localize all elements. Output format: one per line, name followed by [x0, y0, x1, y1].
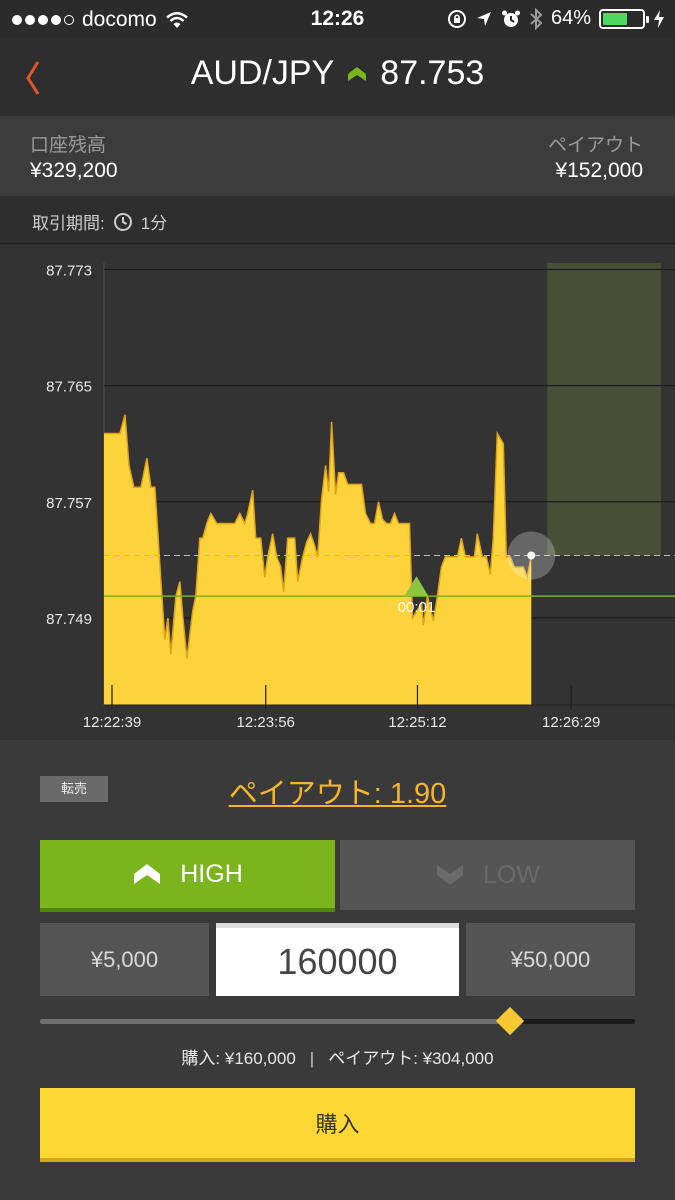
- buy-button[interactable]: 購入: [40, 1088, 635, 1162]
- period-label: 取引期間:: [32, 214, 105, 233]
- trend-up-icon: [348, 66, 367, 81]
- x-tick-label: 12:22:39: [83, 714, 141, 731]
- amount-slider[interactable]: [40, 1006, 635, 1036]
- amount-preset-5000-button[interactable]: ¥5,000: [40, 923, 209, 996]
- slider-fill: [40, 1019, 511, 1024]
- payout-rate-link[interactable]: ペイアウト: 1.90: [229, 778, 447, 810]
- entry-marker-label: 00:01: [398, 599, 436, 616]
- slider-thumb[interactable]: [495, 1006, 525, 1036]
- price-chart[interactable]: 87.773 87.765 87.757 87.749 12:22:39 12:23:56…: [0, 245, 675, 740]
- clock-icon: [113, 212, 132, 231]
- payout-value: ¥152,000: [555, 159, 643, 182]
- y-tick-label: 87.749: [46, 611, 92, 628]
- trade-period: 取引期間: 1分: [0, 196, 675, 244]
- balance-label: 口座残高: [30, 135, 107, 156]
- x-tick-label: 12:26:29: [542, 714, 600, 731]
- price-area: [104, 414, 532, 705]
- location-icon: [476, 11, 491, 26]
- charging-icon: [654, 9, 664, 28]
- trade-summary: 購入: ¥160,000 | ペイアウト: ¥304,000: [0, 1044, 675, 1069]
- expiry-zone: [547, 263, 662, 556]
- high-button[interactable]: HIGH: [40, 840, 335, 912]
- bluetooth-icon: [530, 7, 543, 30]
- rotation-lock-icon: [447, 9, 466, 28]
- low-label: LOW: [483, 860, 540, 889]
- summary-separator: |: [309, 1049, 315, 1068]
- price-chart-svg: 87.773 87.765 87.757 87.749 12:22:39 12:23:56…: [46, 263, 675, 731]
- account-payout: ペイアウト ¥152,000: [548, 134, 643, 184]
- x-tick-label: 12:23:56: [237, 714, 295, 731]
- balance-value: ¥329,200: [30, 159, 118, 182]
- amount-preset-50000-button[interactable]: ¥50,000: [466, 923, 635, 996]
- arrow-up-icon: [134, 864, 161, 884]
- high-label: HIGH: [180, 859, 243, 888]
- low-button[interactable]: LOW: [340, 840, 635, 910]
- current-price-dot: [527, 551, 536, 560]
- x-tick-label: 12:25:12: [388, 714, 446, 731]
- battery-level: [603, 12, 628, 25]
- payout-rate: ペイアウト: 1.90: [0, 770, 675, 812]
- trade-panel: 転売 ペイアウト: 1.90 HIGH LOW ¥5,000 ¥50,000 購…: [0, 740, 675, 1200]
- battery-percent: 64%: [550, 7, 591, 29]
- alarm-icon: [501, 10, 520, 27]
- period-value: 1分: [140, 214, 168, 233]
- current-price: 87.753: [380, 54, 485, 92]
- status-bar-right: 64%: [447, 7, 665, 30]
- header: AUD/JPY 87.753: [0, 38, 675, 116]
- summary-payout: ペイアウト: ¥304,000: [328, 1049, 494, 1068]
- y-tick-label: 87.757: [46, 495, 92, 512]
- summary-purchase: 購入: ¥160,000: [181, 1049, 296, 1068]
- amount-input[interactable]: [216, 923, 459, 996]
- y-tick-label: 87.765: [46, 379, 92, 396]
- account-summary: 口座残高 ¥329,200 ペイアウト ¥152,000: [0, 116, 675, 196]
- arrow-down-icon: [437, 865, 464, 885]
- currency-pair: AUD/JPY: [190, 54, 335, 92]
- page-title: AUD/JPY 87.753: [0, 54, 675, 93]
- account-balance: 口座残高 ¥329,200: [30, 134, 118, 184]
- y-tick-label: 87.773: [46, 263, 92, 280]
- status-bar: docomo 12:26 64%: [0, 0, 675, 38]
- battery-icon: [599, 8, 649, 29]
- payout-label: ペイアウト: [547, 135, 643, 156]
